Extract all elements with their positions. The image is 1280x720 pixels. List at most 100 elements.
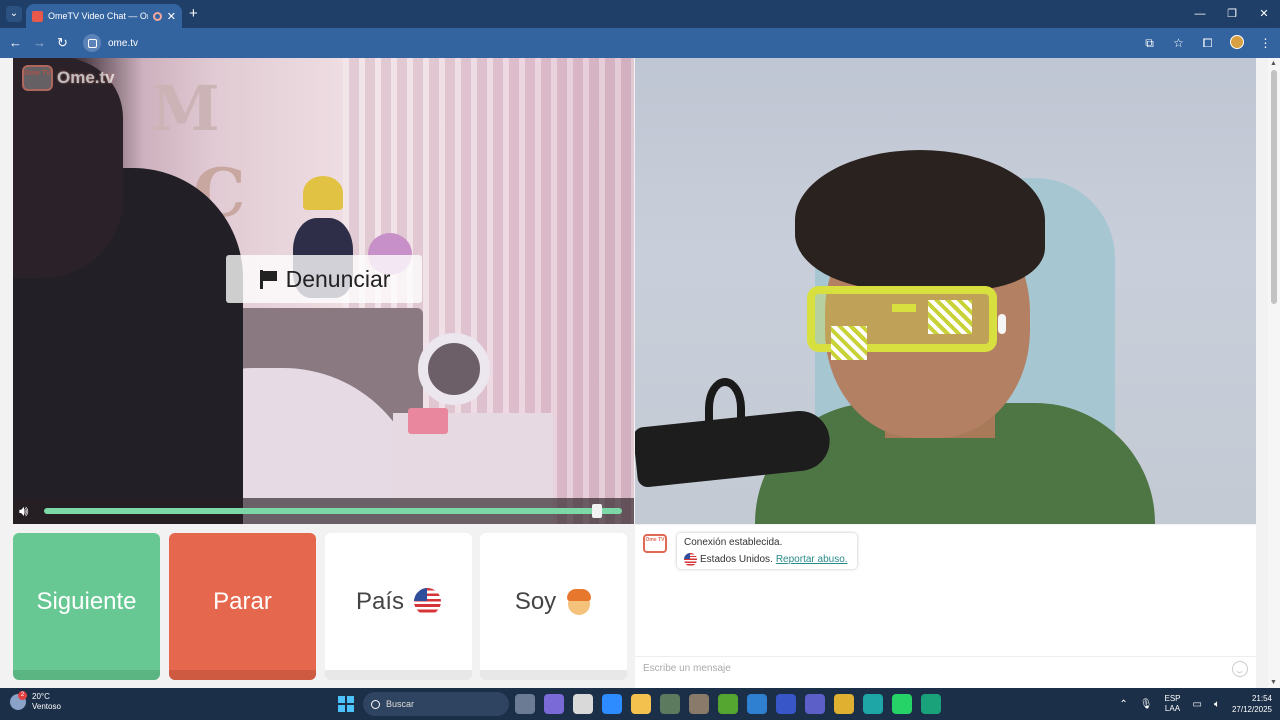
system-tray: ⌃ 🎙︎ ESP LAA ▭ 🔈︎ 21:54 27/12/2025 [1119, 688, 1272, 720]
app-icon-3[interactable] [921, 694, 941, 714]
system-message: Conexión establecida. Estados Unidos. Re… [677, 533, 857, 569]
us-flag-icon [414, 588, 442, 615]
taskbar-search[interactable]: Buscar [363, 692, 509, 716]
person-hair [13, 58, 123, 278]
clock[interactable]: 21:54 27/12/2025 [1232, 693, 1272, 715]
report-button[interactable]: Denunciar [226, 255, 422, 303]
keyboard-layout: LAA [1164, 704, 1181, 713]
report-abuse-link[interactable]: Reportar abuso. [776, 554, 848, 565]
extensions-icon[interactable]: ⧠ [1193, 36, 1222, 51]
vscode-icon[interactable] [747, 694, 767, 714]
address-bar[interactable]: ome.tv [80, 31, 1140, 55]
task-view-icon[interactable] [515, 694, 535, 714]
plush-hat [303, 176, 343, 210]
pixel-lens-right [928, 300, 972, 334]
minecraft-icon[interactable] [718, 694, 738, 714]
glasses-bridge [892, 304, 916, 312]
lamp [418, 333, 490, 405]
zoom-icon[interactable] [602, 694, 622, 714]
site-info-icon[interactable] [83, 34, 101, 52]
ometv-favicon-icon [32, 10, 43, 22]
tab-bar: ⌄ OmeTV Video Chat — Ome ✕ + — ❐ ✕ [0, 0, 1280, 28]
stop-button[interactable]: Parar [169, 533, 316, 680]
speaker-icon[interactable]: 🔊︎ [19, 503, 28, 520]
toolbar-actions: ⧉ ☆ ⧠ ⋮ [1135, 28, 1280, 58]
bookmark-star-icon[interactable]: ☆ [1164, 36, 1193, 50]
minimize-button[interactable]: — [1184, 0, 1216, 28]
next-button-label: Siguiente [36, 587, 137, 615]
chrome-icon[interactable] [834, 694, 854, 714]
us-flag-small-icon [684, 553, 697, 566]
volume-icon[interactable]: 🔈︎ [1214, 699, 1220, 710]
language-code: ESP [1164, 694, 1181, 703]
whatsapp-icon[interactable] [892, 694, 912, 714]
tab-title: OmeTV Video Chat — Ome [48, 11, 148, 21]
clock-date: 27/12/2025 [1231, 705, 1272, 714]
wall-letter-m: M [151, 72, 220, 145]
app-icon-2[interactable] [689, 694, 709, 714]
chat-panel: Ome TV Conexión establecida. Estados Uni… [635, 525, 1256, 688]
restore-button[interactable]: ❐ [1216, 0, 1248, 28]
report-button-label: Denunciar [285, 265, 391, 292]
scroll-down-icon[interactable]: ▼ [1270, 679, 1277, 686]
boy-emoji-icon [566, 588, 592, 616]
page-scrollbar[interactable]: ▲ ▼ [1268, 58, 1280, 688]
stop-button-label: Parar [213, 587, 272, 615]
gender-button[interactable]: Soy [480, 533, 627, 680]
temperature: 20°C [32, 692, 50, 701]
url-text: ome.tv [108, 37, 139, 49]
tray-chevron-icon[interactable]: ⌃ [1119, 699, 1127, 710]
scroll-thumb[interactable] [1271, 70, 1277, 304]
partner-country: Estados Unidos. [700, 554, 773, 565]
copilot-icon[interactable] [544, 694, 564, 714]
pinned-apps [515, 694, 941, 714]
language-indicator[interactable]: ESP LAA [1164, 694, 1180, 714]
store-icon[interactable] [573, 694, 593, 714]
search-icon [371, 699, 380, 709]
navigation-bar: ← → ↻ ome.tv ⧉ ☆ ⧠ ⋮ [0, 28, 1280, 58]
emoji-icon[interactable] [1232, 661, 1248, 677]
ometv-page: M C Ome TV Ome.tv Denunciar 🔊︎ Siguiente… [0, 58, 1280, 688]
next-button[interactable]: Siguiente [13, 533, 160, 680]
volume-bar: 🔊︎ [13, 498, 634, 524]
tab-close-icon[interactable]: ✕ [167, 10, 176, 23]
volume-slider-handle[interactable] [591, 504, 602, 518]
app-icon-1[interactable] [660, 694, 680, 714]
tab-search-button[interactable]: ⌄ [6, 6, 22, 22]
browser-menu-icon[interactable]: ⋮ [1251, 36, 1280, 50]
scroll-up-icon[interactable]: ▲ [1270, 60, 1277, 67]
taskbar-search-label: Buscar [386, 699, 415, 709]
pixel-lens-left [831, 326, 867, 360]
close-window-button[interactable]: ✕ [1248, 0, 1280, 28]
new-tab-button[interactable]: + [189, 5, 198, 22]
edge-icon[interactable] [863, 694, 883, 714]
network-icon[interactable]: ▭ [1193, 699, 1202, 710]
file-explorer-icon[interactable] [631, 694, 651, 714]
weather-text: 20°C Ventoso [32, 692, 61, 712]
microphone-icon[interactable]: 🎙︎ [1140, 699, 1153, 710]
profile-avatar[interactable] [1222, 34, 1251, 52]
reload-icon[interactable]: ↻ [57, 35, 68, 51]
country-button[interactable]: País [325, 533, 472, 680]
forward-arrow-icon[interactable]: → [33, 35, 46, 50]
connection-status: Conexión establecida. [684, 537, 783, 548]
self-video [635, 58, 1256, 524]
clock-time: 21:54 [1251, 694, 1272, 703]
weather-icon: 2 [10, 691, 27, 710]
message-input[interactable]: Escribe un mensaje [635, 656, 1256, 688]
tab-ometv[interactable]: OmeTV Video Chat — Ome ✕ [26, 4, 182, 28]
window-controls: — ❐ ✕ [1184, 0, 1280, 28]
windows-start-icon[interactable] [338, 696, 354, 712]
stranger-video: M C Ome TV Ome.tv Denunciar 🔊︎ [13, 58, 634, 524]
intellij-icon[interactable] [776, 694, 796, 714]
install-app-icon[interactable]: ⧉ [1135, 36, 1164, 51]
teams-icon[interactable] [805, 694, 825, 714]
partner-country-line: Estados Unidos. Reportar abuso. [684, 553, 848, 566]
volume-slider[interactable] [44, 508, 622, 514]
taskbar: 2 20°C Ventoso Buscar ⌃ 🎙︎ ESP LAA ▭ 🔈︎ … [0, 688, 1280, 720]
recording-indicator-icon [152, 11, 162, 21]
hair [795, 150, 1045, 290]
weather-description: Ventoso [32, 702, 61, 711]
back-arrow-icon[interactable]: ← [9, 35, 22, 50]
weather-widget[interactable]: 2 20°C Ventoso [10, 691, 61, 712]
